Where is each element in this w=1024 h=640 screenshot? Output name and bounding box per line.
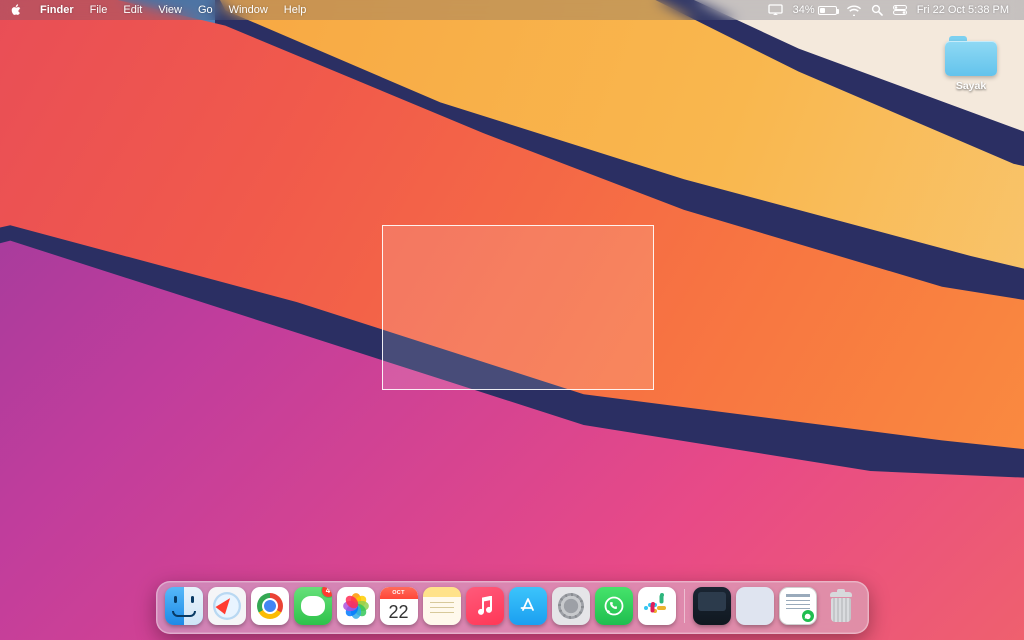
dock-minimized-window[interactable] [693, 587, 731, 625]
menu-app-name[interactable]: Finder [40, 4, 74, 16]
safari-icon [213, 592, 241, 620]
dock-wrap: 4 OCT 22 [0, 581, 1024, 634]
calendar-day-label: 22 [380, 599, 418, 625]
notes-icon [430, 602, 454, 617]
dock-app-whatsapp[interactable] [595, 587, 633, 625]
battery-status[interactable]: 34% [793, 4, 837, 16]
menu-view[interactable]: View [158, 4, 182, 16]
trash-icon [828, 592, 854, 622]
folder-icon [945, 36, 997, 76]
menu-edit[interactable]: Edit [123, 4, 142, 16]
dock-recent-desktops[interactable] [736, 587, 774, 625]
dock-app-chrome[interactable] [251, 587, 289, 625]
selection-marquee [382, 225, 654, 390]
dock-app-slack[interactable] [638, 587, 676, 625]
dock: 4 OCT 22 [156, 581, 869, 634]
menu-file[interactable]: File [90, 4, 108, 16]
chrome-icon [257, 593, 283, 619]
spotlight-icon[interactable] [871, 4, 883, 16]
menu-go[interactable]: Go [198, 4, 213, 16]
dock-app-messages[interactable]: 4 [294, 587, 332, 625]
dock-recent-document[interactable] [779, 587, 817, 625]
finder-icon [165, 587, 203, 625]
dock-app-notes[interactable] [423, 587, 461, 625]
dock-app-calendar[interactable]: OCT 22 [380, 587, 418, 625]
dock-app-music[interactable] [466, 587, 504, 625]
apple-menu-icon[interactable] [10, 4, 22, 16]
menu-window[interactable]: Window [229, 4, 268, 16]
desktop-folder[interactable]: Sayak [936, 36, 1006, 92]
photos-icon [342, 593, 369, 620]
calendar-month-label: OCT [380, 587, 418, 599]
messages-icon [301, 596, 325, 616]
wifi-icon[interactable] [847, 5, 861, 16]
slack-icon [645, 594, 669, 618]
dock-app-safari[interactable] [208, 587, 246, 625]
whatsapp-icon [603, 595, 625, 617]
appstore-icon [519, 597, 537, 615]
battery-icon [818, 6, 837, 15]
dock-app-appstore[interactable] [509, 587, 547, 625]
whatsapp-badge-icon [802, 610, 814, 622]
menu-clock[interactable]: Fri 22 Oct 5:38 PM [917, 4, 1009, 16]
desktop-folder-label: Sayak [936, 80, 1006, 92]
battery-percent-label: 34% [793, 4, 815, 16]
control-center-icon[interactable] [893, 5, 907, 15]
gear-icon [558, 593, 584, 619]
screen-mirroring-icon[interactable] [768, 4, 783, 16]
dock-app-settings[interactable] [552, 587, 590, 625]
dock-trash[interactable] [822, 587, 860, 625]
menu-bar: Finder File Edit View Go Window Help 34%… [0, 0, 1024, 20]
dock-separator [684, 589, 685, 623]
messages-badge: 4 [322, 587, 332, 597]
dock-app-finder[interactable] [165, 587, 203, 625]
dock-app-photos[interactable] [337, 587, 375, 625]
music-icon [477, 596, 493, 616]
menu-help[interactable]: Help [284, 4, 307, 16]
